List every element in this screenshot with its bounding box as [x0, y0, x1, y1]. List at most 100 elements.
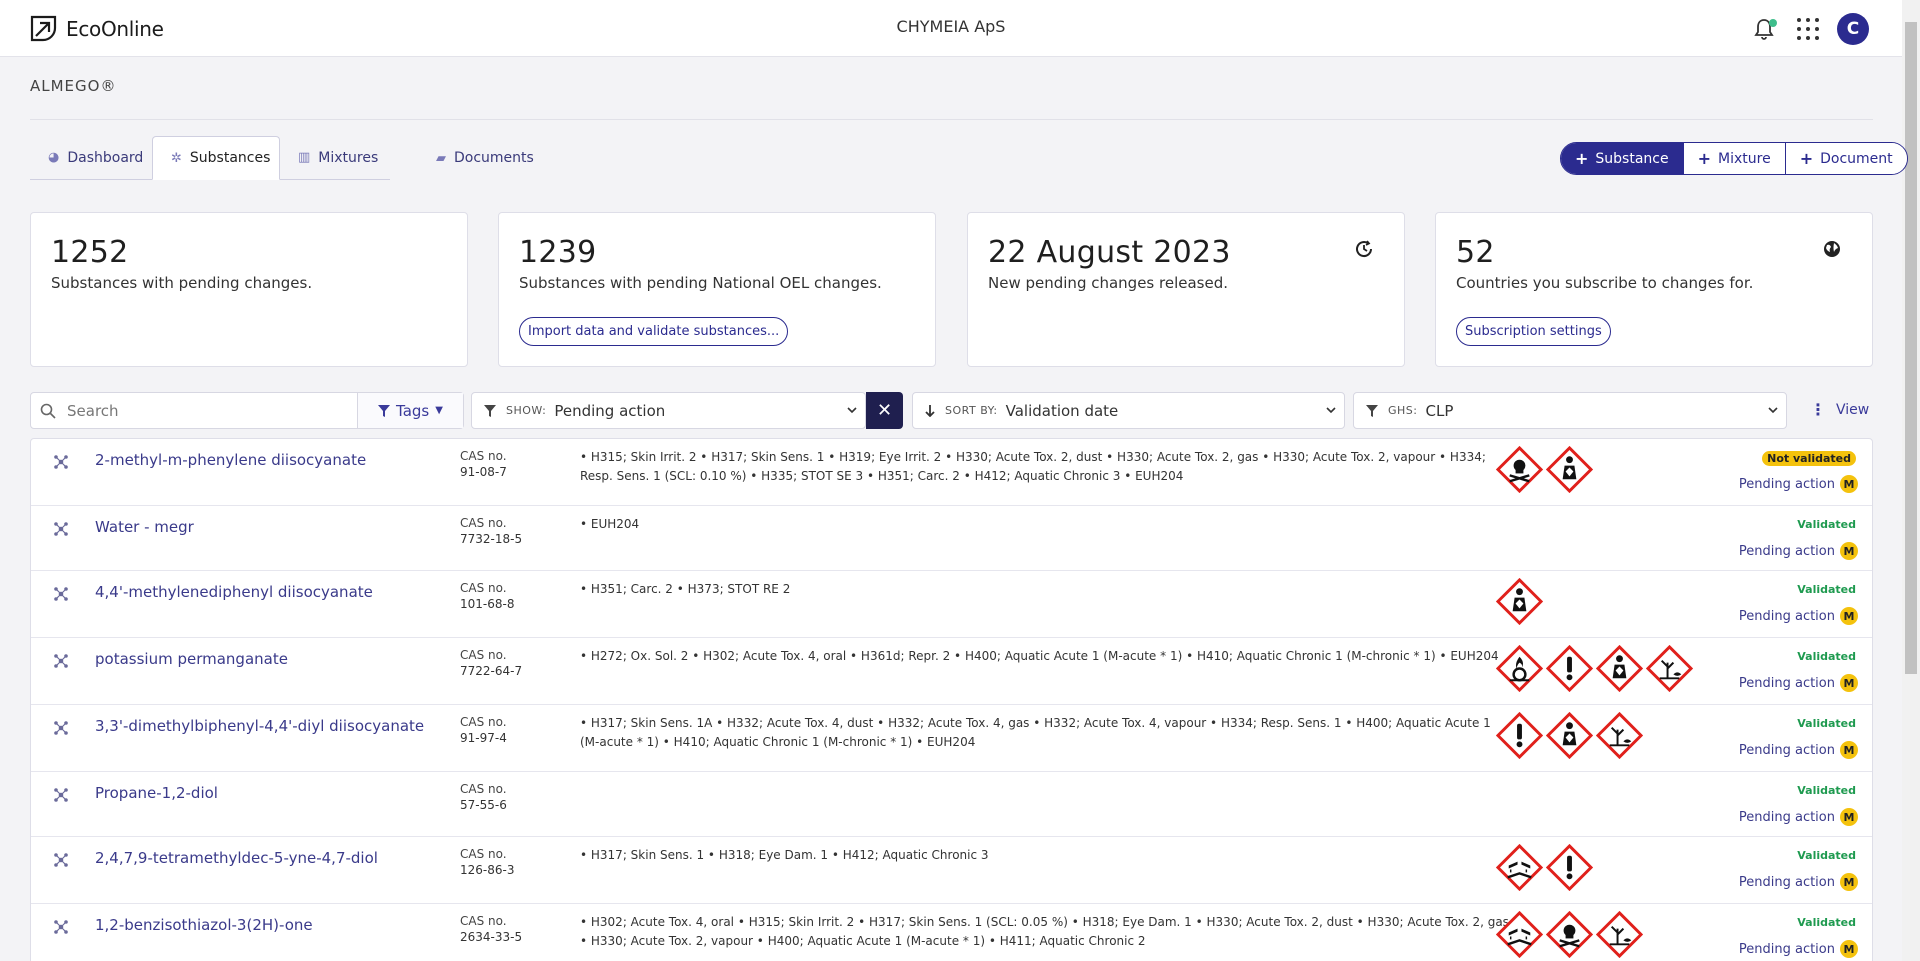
cas-number: 2634-33-5 — [460, 930, 523, 944]
pending-action-link[interactable]: Pending action M — [1739, 940, 1858, 958]
cas-number: 7722-64-7 — [460, 664, 523, 678]
search-box[interactable]: Search Tags ▼ — [30, 392, 464, 429]
show-filter-select[interactable]: SHOW: Pending action — [471, 392, 866, 429]
cas-number: 126-86-3 — [460, 863, 515, 877]
add-document-button[interactable]: + Document — [1784, 143, 1907, 174]
tags-label: Tags — [396, 401, 430, 420]
ghs-pictograms — [1496, 911, 1643, 958]
pending-action-link[interactable]: Pending action M — [1739, 607, 1858, 625]
funnel-icon — [378, 404, 391, 417]
ghs-pictograms — [1496, 844, 1593, 891]
ghs-filter-select[interactable]: GHS: CLP — [1353, 392, 1787, 429]
globe-icon — [1824, 241, 1840, 257]
substance-name-link[interactable]: 3,3'-dimethylbiphenyl-4,4'-diyl diisocya… — [95, 717, 424, 735]
sort-by-select[interactable]: SORT BY: Validation date — [912, 392, 1345, 429]
validation-status-badge: Validated — [1797, 583, 1856, 596]
table-row[interactable]: 1,2-benzisothiazol-3(2H)-one CAS no. 263… — [31, 904, 1872, 961]
sort-label: SORT BY: — [945, 404, 998, 417]
tab-substances[interactable]: ✲ Substances — [152, 136, 280, 180]
table-row[interactable]: 2-methyl-m-phenylene diisocyanate CAS no… — [31, 439, 1872, 506]
plus-icon: + — [1799, 149, 1814, 168]
cas-number: 91-97-4 — [460, 731, 507, 745]
user-avatar[interactable]: C — [1837, 13, 1869, 45]
substance-name-link[interactable]: potassium permanganate — [95, 650, 288, 668]
pending-action-link[interactable]: Pending action M — [1739, 873, 1858, 891]
table-row[interactable]: potassium permanganate CAS no. 7722-64-7… — [31, 638, 1872, 705]
table-row[interactable]: 2,4,7,9-tetramethyldec-5-yne-4,7-diol CA… — [31, 837, 1872, 904]
substance-name-link[interactable]: 4,4'-methylenediphenyl diisocyanate — [95, 583, 373, 601]
cas-label: CAS no. — [460, 914, 507, 928]
substance-name-link[interactable]: 2,4,7,9-tetramethyldec-5-yne-4,7-diol — [95, 849, 378, 867]
view-options-button[interactable]: ⋮ View — [1810, 400, 1869, 419]
pending-action-link[interactable]: Pending action M — [1739, 542, 1858, 560]
card-label: Countries you subscribe to changes for. — [1456, 274, 1754, 292]
card-value: 22 August 2023 — [988, 235, 1231, 270]
ghs-env-icon — [1596, 712, 1643, 759]
table-row[interactable]: Propane-1,2-diol CAS no. 57-55-6 Validat… — [31, 772, 1872, 837]
search-icon — [40, 403, 56, 419]
table-row[interactable]: Water - megr CAS no. 7732-18-5 • EUH204 … — [31, 506, 1872, 571]
chevron-down-icon — [1768, 407, 1778, 414]
pending-action-link[interactable]: Pending action M — [1739, 674, 1858, 692]
flask-icon: ▥ — [298, 150, 311, 165]
hazard-statements: • H317; Skin Sens. 1A • H332; Acute Tox.… — [580, 716, 1491, 749]
tags-filter-button[interactable]: Tags ▼ — [357, 393, 463, 428]
card-label: Substances with pending National OEL cha… — [519, 274, 882, 292]
ghs-health-icon — [1596, 645, 1643, 692]
organization-name: CHYMEIA ApS — [896, 17, 1006, 36]
ghs-skull-icon — [1496, 446, 1543, 493]
import-validate-button[interactable]: Import data and validate substances... — [519, 317, 789, 346]
m-badge: M — [1840, 607, 1858, 625]
search-input[interactable]: Search — [67, 402, 119, 420]
cas-label: CAS no. — [460, 581, 507, 595]
apps-grid-icon[interactable] — [1797, 18, 1819, 40]
validation-status-badge: Validated — [1797, 916, 1856, 929]
molecule-icon — [54, 920, 68, 934]
ghs-pictograms — [1496, 645, 1693, 692]
divider — [30, 119, 1873, 120]
cas-label: CAS no. — [460, 516, 507, 530]
pending-label: Pending action — [1738, 742, 1835, 758]
pending-action-link[interactable]: Pending action M — [1739, 475, 1858, 493]
substance-name-link[interactable]: Propane-1,2-diol — [95, 784, 218, 802]
ghs-health-icon — [1546, 446, 1593, 493]
vertical-scrollbar[interactable] — [1902, 0, 1920, 961]
add-mixture-button[interactable]: + Mixture — [1682, 143, 1785, 174]
product-title: ALMEGO® — [30, 77, 117, 95]
molecule-icon — [54, 522, 68, 536]
m-badge: M — [1840, 674, 1858, 692]
scrollbar-thumb[interactable] — [1905, 22, 1917, 674]
tab-mixtures[interactable]: ▥ Mixtures — [280, 136, 390, 180]
cas-label: CAS no. — [460, 847, 507, 861]
tab-label: Documents — [454, 150, 534, 166]
cas-number: 101-68-8 — [460, 597, 515, 611]
tab-documents[interactable]: ▰ Documents — [418, 136, 534, 180]
table-row[interactable]: 3,3'-dimethylbiphenyl-4,4'-diyl diisocya… — [31, 705, 1872, 772]
hazard-statements: • H351; Carc. 2 • H373; STOT RE 2 — [580, 582, 791, 596]
table-row[interactable]: 4,4'-methylenediphenyl diisocyanate CAS … — [31, 571, 1872, 638]
clock-refresh-icon — [1356, 240, 1373, 258]
pending-label: Pending action — [1738, 874, 1835, 890]
ghs-exclaim-icon — [1496, 712, 1543, 759]
substance-name-link[interactable]: 1,2-benzisothiazol-3(2H)-one — [95, 916, 313, 934]
ghs-pictograms — [1496, 712, 1643, 759]
validation-status-badge: Validated — [1797, 784, 1856, 797]
substance-name-link[interactable]: Water - megr — [95, 518, 194, 536]
substance-name-link[interactable]: 2-methyl-m-phenylene diisocyanate — [95, 451, 366, 469]
tab-dashboard[interactable]: ◕ Dashboard — [30, 136, 153, 180]
subscription-settings-button[interactable]: Subscription settings — [1456, 317, 1611, 346]
notification-dot — [1769, 19, 1777, 27]
m-badge: M — [1840, 542, 1858, 560]
chevron-down-icon — [847, 407, 857, 414]
add-substance-button[interactable]: + Substance — [1561, 143, 1683, 174]
pending-action-link[interactable]: Pending action M — [1739, 741, 1858, 759]
ghs-env-icon — [1646, 645, 1693, 692]
card-label: New pending changes released. — [988, 274, 1228, 292]
clear-filter-button[interactable]: ✕ — [866, 392, 903, 429]
m-badge: M — [1840, 940, 1858, 958]
cas-number: 91-08-7 — [460, 465, 507, 479]
validation-status-badge: Validated — [1797, 518, 1856, 531]
molecule-icon — [54, 587, 68, 601]
pending-action-link[interactable]: Pending action M — [1739, 808, 1858, 826]
show-value: Pending action — [554, 401, 666, 420]
